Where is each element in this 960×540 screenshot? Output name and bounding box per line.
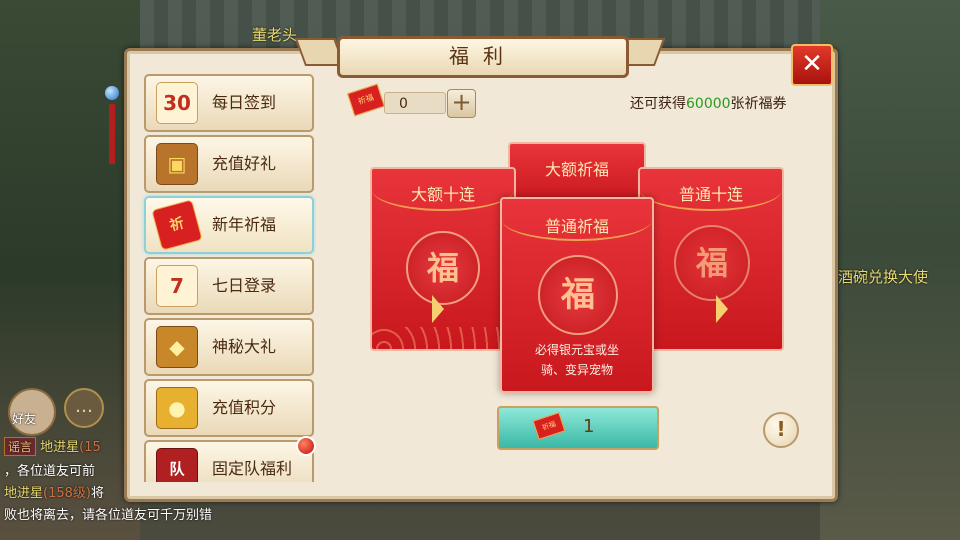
team-flag-icon: 队 — [156, 448, 198, 482]
sidebar-item-label: 新年祈福 — [212, 215, 277, 234]
chat-tag: 谣言 — [4, 437, 37, 456]
npc-name-label[interactable]: 董老头 — [252, 24, 297, 45]
remaining-prefix: 还可获得 — [630, 96, 686, 112]
sidebar-item-mystery-gift[interactable]: ◆ 神秘大礼 — [144, 318, 314, 376]
chat-player-level: (15 — [79, 440, 101, 455]
sidebar-item-label: 固定队福利 — [212, 459, 293, 478]
fu-emblem: 福 — [538, 255, 618, 335]
sidebar-item-recharge-gift[interactable]: ▣ 充值好礼 — [144, 135, 314, 193]
red-tassel-decoration — [109, 104, 115, 164]
sidebar-item-label: 充值积分 — [212, 398, 277, 417]
chat-player-level: (158级) — [43, 486, 91, 501]
coupon-count: 0 — [384, 92, 446, 114]
remaining-number: 60000 — [686, 96, 731, 112]
sidebar-item-recharge-points[interactable]: ● 充值积分 — [144, 379, 314, 437]
npc-name-label[interactable]: 酒碗兑换大使 — [838, 266, 928, 287]
sidebar-item-label: 每日签到 — [212, 93, 277, 112]
sidebar-item-label: 充值好礼 — [212, 154, 277, 173]
envelope-title: 大额祈福 — [544, 160, 609, 179]
draw-button[interactable]: 祈福 1 — [497, 406, 659, 450]
chat-player-name[interactable]: 地进星 — [4, 486, 43, 501]
arrow-right-icon — [432, 295, 444, 323]
gold-chest-icon: ◆ — [156, 326, 198, 368]
remaining-coupons-text: 还可获得60000张祈福券 — [630, 93, 787, 113]
remaining-suffix: 张祈福券 — [730, 96, 787, 112]
sidebar-item-daily-checkin[interactable]: 30 每日签到 — [144, 74, 314, 132]
close-button[interactable]: ✕ — [791, 44, 833, 86]
blue-orb-icon — [105, 86, 119, 100]
blessing-coupon-icon: 祈福 — [532, 412, 566, 440]
chat-bubble-icon[interactable]: … — [64, 388, 104, 428]
envelope-description-line: 骑、变异宠物 — [540, 363, 613, 377]
notification-dot — [296, 436, 316, 456]
chat-text: 将 — [90, 486, 104, 501]
envelope-normal-blessing[interactable]: 普通祈福 福 必得银元宝或坐 骑、变异宠物 — [500, 197, 654, 393]
sidebar-item-label: 七日登录 — [212, 276, 277, 295]
arrow-right-icon — [716, 295, 728, 323]
gold-ingots-icon: ● — [156, 387, 198, 429]
sidebar-item-label: 神秘大礼 — [212, 337, 277, 356]
chat-line: 败也将离去，请各位道友可千万别错 — [4, 508, 213, 523]
envelope-title: 普通祈福 — [544, 217, 609, 236]
envelope-title: 普通十连 — [678, 185, 743, 204]
fu-emblem: 福 — [406, 231, 480, 305]
calendar-7-icon: 7 — [156, 265, 198, 307]
add-coupon-button[interactable]: + — [447, 89, 476, 118]
sidebar-item-seven-day-login[interactable]: 7 七日登录 — [144, 257, 314, 315]
sidebar-item-new-year-blessing[interactable]: 祈 新年祈福 — [144, 196, 314, 254]
wave-pattern — [372, 327, 514, 349]
chat-line: 地进星(158级)将 — [4, 482, 104, 501]
sidebar-menu: 30 每日签到 ▣ 充值好礼 祈 新年祈福 7 七日登录 ◆ 神秘大礼 ● 充值… — [140, 72, 316, 482]
red-envelope-icon: 祈 — [151, 199, 203, 251]
info-icon[interactable]: ! — [763, 412, 799, 448]
background-left-scene — [0, 0, 140, 540]
chat-line: 谣言 地进星(15 — [4, 436, 101, 456]
envelope-description-line: 必得银元宝或坐 — [534, 343, 619, 357]
envelope-title: 大额十连 — [410, 185, 475, 204]
envelope-normal-ten-draw[interactable]: 普通十连 福 — [638, 167, 784, 351]
envelope-large-ten-draw[interactable]: 大额十连 福 — [370, 167, 516, 351]
friend-label: 好友 — [12, 412, 37, 426]
fu-emblem: 福 — [674, 225, 750, 301]
chat-line: ，各位道友可前 — [4, 464, 96, 479]
calendar-30-icon: 30 — [156, 82, 198, 124]
draw-cost-count: 1 — [583, 416, 595, 437]
chat-player-name[interactable]: 地进星 — [40, 440, 79, 455]
treasure-chest-icon: ▣ — [156, 143, 198, 185]
sidebar-item-team-welfare[interactable]: 队 固定队福利 — [144, 440, 314, 482]
window-title: 福利 — [337, 36, 629, 78]
